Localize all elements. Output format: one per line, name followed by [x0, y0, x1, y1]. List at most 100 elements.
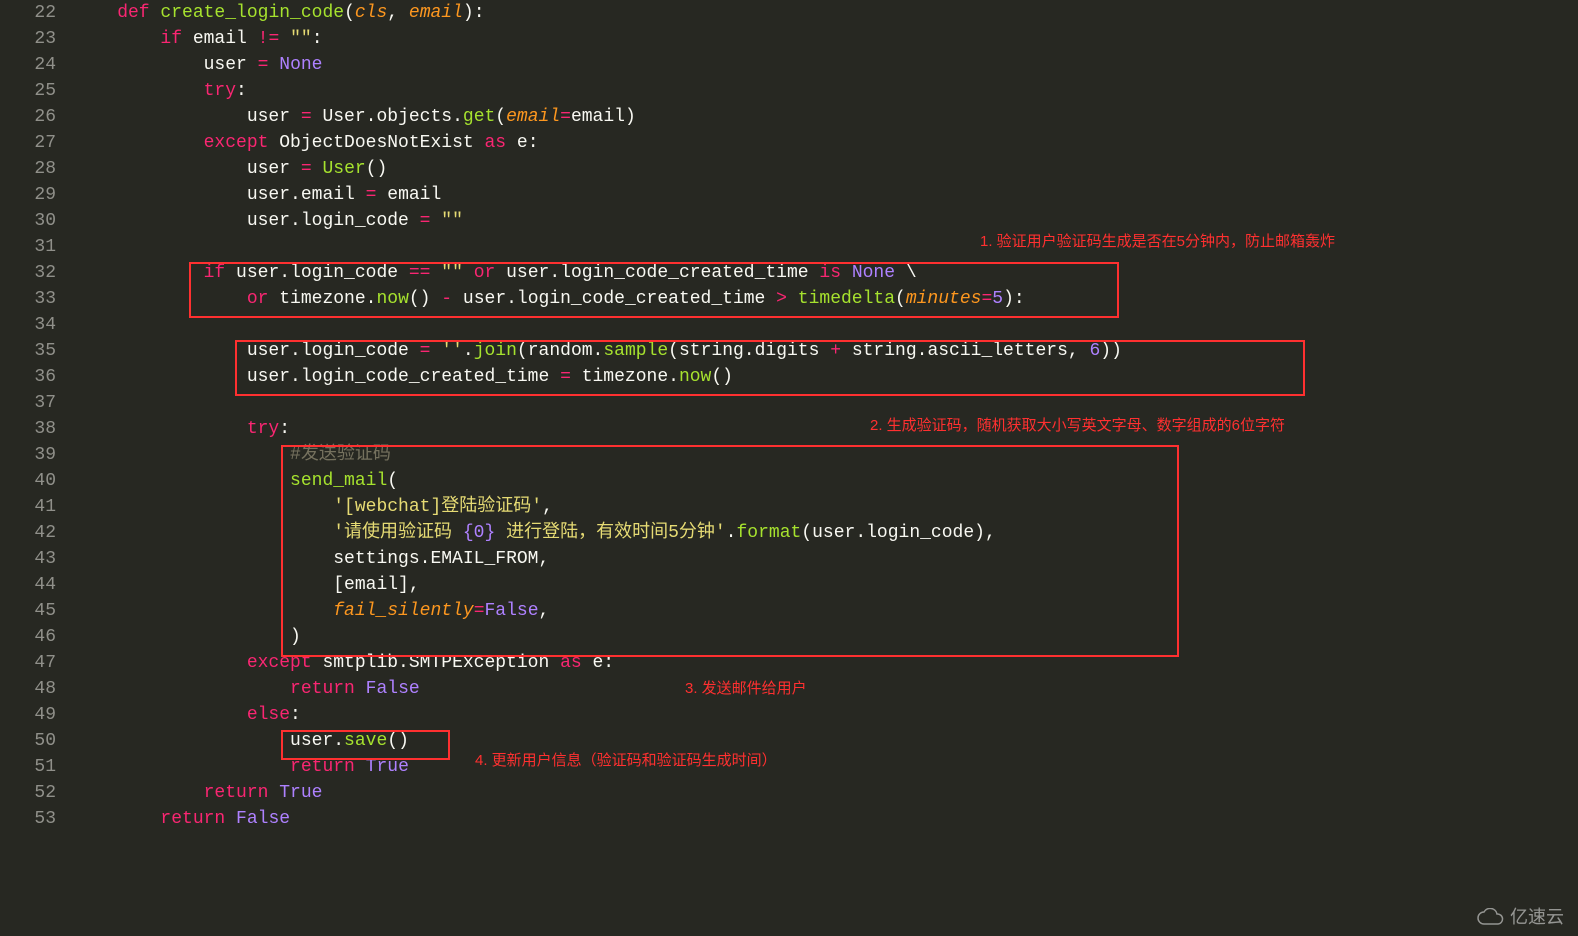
line-number: 36	[0, 364, 74, 390]
code-content[interactable]: return True	[74, 754, 1578, 780]
code-content[interactable]: or timezone.now() - user.login_code_crea…	[74, 286, 1578, 312]
code-line[interactable]: 34	[0, 312, 1578, 338]
code-content[interactable]: user.save()	[74, 728, 1578, 754]
annot-text-3: 3. 发送邮件给用户	[685, 676, 807, 702]
line-number: 33	[0, 286, 74, 312]
line-number: 50	[0, 728, 74, 754]
code-content[interactable]: )	[74, 624, 1578, 650]
line-number: 49	[0, 702, 74, 728]
code-content[interactable]: user.login_code = ""	[74, 208, 1578, 234]
code-line[interactable]: 28 user = User()	[0, 156, 1578, 182]
line-number: 25	[0, 78, 74, 104]
line-number: 32	[0, 260, 74, 286]
line-number: 24	[0, 52, 74, 78]
code-line[interactable]: 53 return False	[0, 806, 1578, 832]
code-content[interactable]: user = None	[74, 52, 1578, 78]
code-content[interactable]	[74, 234, 1578, 260]
code-content[interactable]: else:	[74, 702, 1578, 728]
code-editor[interactable]: 22 def create_login_code(cls, email):23 …	[0, 0, 1578, 936]
code-line[interactable]: 41 '[webchat]登陆验证码',	[0, 494, 1578, 520]
code-line[interactable]: 52 return True	[0, 780, 1578, 806]
code-line[interactable]: 47 except smtplib.SMTPException as e:	[0, 650, 1578, 676]
line-number: 46	[0, 624, 74, 650]
line-number: 29	[0, 182, 74, 208]
code-line[interactable]: 27 except ObjectDoesNotExist as e:	[0, 130, 1578, 156]
line-number: 38	[0, 416, 74, 442]
code-line[interactable]: 22 def create_login_code(cls, email):	[0, 0, 1578, 26]
code-line[interactable]: 31	[0, 234, 1578, 260]
line-number: 39	[0, 442, 74, 468]
code-content[interactable]: user.login_code_created_time = timezone.…	[74, 364, 1578, 390]
line-number: 45	[0, 598, 74, 624]
code-content[interactable]: fail_silently=False,	[74, 598, 1578, 624]
code-content[interactable]: if user.login_code == "" or user.login_c…	[74, 260, 1578, 286]
code-content[interactable]: '[webchat]登陆验证码',	[74, 494, 1578, 520]
code-content[interactable]: '请使用验证码 {0} 进行登陆，有效时间5分钟'.format(user.lo…	[74, 520, 1578, 546]
code-line[interactable]: 26 user = User.objects.get(email=email)	[0, 104, 1578, 130]
line-number: 43	[0, 546, 74, 572]
code-content[interactable]: [email],	[74, 572, 1578, 598]
code-content[interactable]: user = User.objects.get(email=email)	[74, 104, 1578, 130]
code-content[interactable]: except ObjectDoesNotExist as e:	[74, 130, 1578, 156]
line-number: 44	[0, 572, 74, 598]
line-number: 48	[0, 676, 74, 702]
code-line[interactable]: 35 user.login_code = ''.join(random.samp…	[0, 338, 1578, 364]
code-content[interactable]: def create_login_code(cls, email):	[74, 0, 1578, 26]
line-number: 47	[0, 650, 74, 676]
line-number: 53	[0, 806, 74, 832]
code-line[interactable]: 23 if email != "":	[0, 26, 1578, 52]
line-number: 27	[0, 130, 74, 156]
code-content[interactable]: user.login_code = ''.join(random.sample(…	[74, 338, 1578, 364]
code-line[interactable]: 25 try:	[0, 78, 1578, 104]
line-number: 42	[0, 520, 74, 546]
code-line[interactable]: 44 [email],	[0, 572, 1578, 598]
watermark-text: 亿速云	[1510, 904, 1564, 930]
code-content[interactable]: return True	[74, 780, 1578, 806]
line-number: 34	[0, 312, 74, 338]
code-line[interactable]: 46 )	[0, 624, 1578, 650]
line-number: 35	[0, 338, 74, 364]
code-line[interactable]: 30 user.login_code = ""	[0, 208, 1578, 234]
code-line[interactable]: 45 fail_silently=False,	[0, 598, 1578, 624]
annot-text-1: 1. 验证用户验证码生成是否在5分钟内，防止邮箱轰炸	[980, 229, 1335, 255]
code-line[interactable]: 32 if user.login_code == "" or user.logi…	[0, 260, 1578, 286]
code-line[interactable]: 29 user.email = email	[0, 182, 1578, 208]
code-content[interactable]: send_mail(	[74, 468, 1578, 494]
code-line[interactable]: 42 '请使用验证码 {0} 进行登陆，有效时间5分钟'.format(user…	[0, 520, 1578, 546]
code-line[interactable]: 24 user = None	[0, 52, 1578, 78]
line-number: 28	[0, 156, 74, 182]
code-line[interactable]: 50 user.save()	[0, 728, 1578, 754]
code-content[interactable]: return False	[74, 676, 1578, 702]
code-line[interactable]: 36 user.login_code_created_time = timezo…	[0, 364, 1578, 390]
line-number: 26	[0, 104, 74, 130]
code-content[interactable]	[74, 312, 1578, 338]
annot-text-2: 2. 生成验证码，随机获取大小写英文字母、数字组成的6位字符	[870, 413, 1285, 439]
line-number: 40	[0, 468, 74, 494]
code-content[interactable]: #发送验证码	[74, 442, 1578, 468]
code-line[interactable]: 43 settings.EMAIL_FROM,	[0, 546, 1578, 572]
code-content[interactable]	[74, 390, 1578, 416]
code-line[interactable]: 40 send_mail(	[0, 468, 1578, 494]
code-content[interactable]: try:	[74, 78, 1578, 104]
cloud-icon	[1476, 908, 1504, 926]
code-line[interactable]: 37	[0, 390, 1578, 416]
code-content[interactable]: except smtplib.SMTPException as e:	[74, 650, 1578, 676]
code-line[interactable]: 51 return True	[0, 754, 1578, 780]
line-number: 52	[0, 780, 74, 806]
line-number: 22	[0, 0, 74, 26]
code-line[interactable]: 49 else:	[0, 702, 1578, 728]
line-number: 37	[0, 390, 74, 416]
code-content[interactable]: if email != "":	[74, 26, 1578, 52]
code-content[interactable]: user.email = email	[74, 182, 1578, 208]
code-content[interactable]: user = User()	[74, 156, 1578, 182]
code-line[interactable]: 39 #发送验证码	[0, 442, 1578, 468]
line-number: 41	[0, 494, 74, 520]
code-content[interactable]: settings.EMAIL_FROM,	[74, 546, 1578, 572]
code-content[interactable]: return False	[74, 806, 1578, 832]
code-line[interactable]: 33 or timezone.now() - user.login_code_c…	[0, 286, 1578, 312]
annot-text-4: 4. 更新用户信息（验证码和验证码生成时间）	[475, 748, 777, 774]
line-number: 51	[0, 754, 74, 780]
watermark: 亿速云	[1476, 904, 1564, 930]
code-content[interactable]: try:	[74, 416, 1578, 442]
code-line[interactable]: 38 try:	[0, 416, 1578, 442]
